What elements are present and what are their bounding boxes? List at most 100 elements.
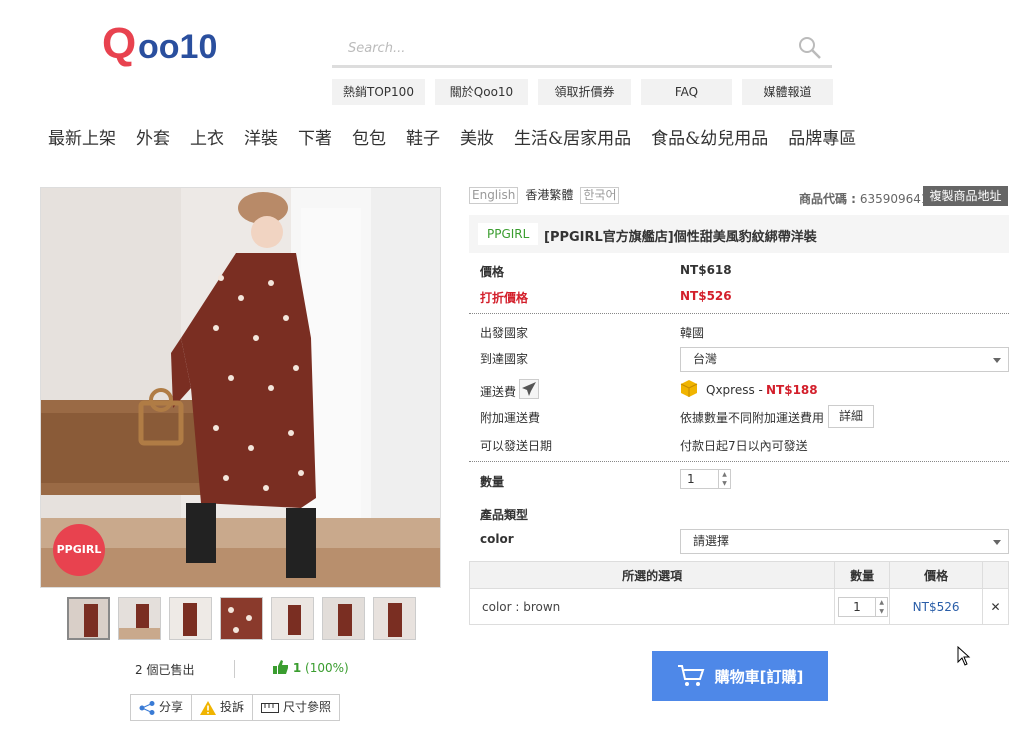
shop-tag[interactable]: PPGIRL (478, 223, 539, 245)
price-value: NT$618 (680, 263, 732, 277)
lang-hk-traditional[interactable]: 香港繁體 (522, 187, 576, 204)
top-link-media[interactable]: 媒體報道 (742, 79, 833, 105)
selected-options-table: 所選的選項 數量 價格 color : brown 1 ▲ ▼ NT$526 ✕ (468, 561, 1009, 625)
selected-qty-cell: 1 ▲ ▼ (834, 588, 890, 625)
nav-item-outerwear[interactable]: 外套 (136, 124, 170, 149)
ruler-icon (261, 702, 280, 713)
nav-item-brands[interactable]: 品牌專區 (788, 124, 856, 149)
product-type-label: 產品類型 (480, 508, 529, 522)
table-row: color : brown 1 ▲ ▼ NT$526 ✕ (468, 588, 1009, 625)
nav-item-beauty[interactable]: 美妝 (460, 124, 494, 149)
extra-shipping-text: 依據數量不同附加運送費用 (680, 411, 825, 425)
language-switch: English 香港繁體 한국어 (469, 187, 620, 204)
col-header-remove (982, 561, 1009, 589)
ship-date-label: 可以發送日期 (480, 439, 553, 453)
report-label: 投訴 (220, 700, 245, 714)
share-button[interactable]: 分享 (131, 695, 193, 720)
qoo10-logo[interactable]: Q oo10 (102, 18, 237, 68)
col-header-option: 所選的選項 (468, 561, 836, 589)
divider (469, 461, 1009, 462)
col-header-price: 價格 (889, 561, 984, 589)
origin-label: 出發國家 (480, 326, 529, 340)
svg-text:oo10: oo10 (138, 28, 217, 66)
likes-count: 1 (292, 661, 302, 675)
size-guide-button[interactable]: 尺寸參照 (253, 695, 339, 720)
extra-shipping-label: 附加運送費 (480, 411, 541, 425)
search-input[interactable]: Search... (348, 41, 405, 56)
detail-button[interactable]: 詳細 (828, 405, 874, 428)
package-icon (680, 379, 698, 400)
svg-text:Q: Q (102, 19, 136, 68)
thumbnail-2[interactable] (118, 597, 161, 640)
product-code: 商品代碼 : 635909641 (799, 190, 929, 207)
nav-item-dresses[interactable]: 洋裝 (244, 124, 278, 149)
thumbnail-1[interactable] (67, 597, 110, 640)
origin-value: 韓國 (680, 326, 705, 340)
top-link-bestseller[interactable]: 熱銷TOP100 (332, 79, 425, 105)
add-to-cart-button[interactable]: 購物車[訂購] (652, 651, 828, 701)
likes-percent: (100%) (305, 661, 349, 675)
thumbnail-6[interactable] (322, 597, 365, 640)
search-bar[interactable]: Search... (332, 30, 832, 68)
stepper-buttons[interactable]: ▲ ▼ (875, 597, 887, 616)
destination-label: 到達國家 (480, 352, 529, 366)
size-guide-label: 尺寸參照 (283, 700, 332, 714)
destination-select-value: 台灣 (693, 352, 718, 366)
mouse-cursor-icon (957, 646, 971, 666)
product-title: [PPGIRL官方旗艦店]個性甜美風豹紋綁帶洋裝 (544, 230, 817, 245)
destination-select[interactable]: 台灣 (680, 347, 1009, 372)
report-button[interactable]: 投訴 (192, 695, 254, 720)
brand-badge: PPGIRL (53, 524, 105, 576)
airplane-icon[interactable] (519, 379, 539, 399)
nav-item-home[interactable]: 生活&居家用品 (514, 124, 631, 149)
color-select[interactable]: 請選擇 (680, 529, 1009, 554)
quantity-stepper[interactable]: 1 ▲ ▼ (680, 469, 731, 489)
thumbnail-3[interactable] (169, 597, 212, 640)
top-link-faq[interactable]: FAQ (641, 79, 732, 105)
stepper-buttons[interactable]: ▲ ▼ (718, 470, 730, 488)
top-links: 熱銷TOP100 關於Qoo10 領取折價券 FAQ 媒體報道 (332, 79, 833, 105)
nav-item-shoes[interactable]: 鞋子 (406, 124, 440, 149)
search-icon[interactable] (798, 36, 822, 60)
shipping-fee-label: 運送費 (480, 385, 517, 399)
thumbnail-5[interactable] (271, 597, 314, 640)
top-link-about[interactable]: 關於Qoo10 (435, 79, 528, 105)
chevron-down-icon (993, 358, 1001, 363)
top-link-coupons[interactable]: 領取折價券 (538, 79, 631, 105)
thumbnail-7[interactable] (373, 597, 416, 640)
color-label: color (480, 532, 514, 546)
share-label: 分享 (159, 700, 184, 714)
likes[interactable]: 1 (100%) (273, 660, 349, 675)
nav-item-tops[interactable]: 上衣 (190, 124, 224, 149)
shipping-carrier: Qxpress - (706, 383, 763, 397)
product-code-value: 635909641 (859, 192, 929, 206)
sold-count: 2 個已售出 (135, 663, 195, 677)
col-header-qty: 數量 (834, 561, 891, 589)
quantity-label: 數量 (480, 475, 505, 489)
quantity-value: 1 (687, 472, 695, 486)
nav-item-bags[interactable]: 包包 (352, 124, 386, 149)
divider (469, 313, 1009, 314)
selected-quantity-value: 1 (853, 599, 861, 614)
chevron-down-icon (993, 540, 1001, 545)
selected-option: color : brown (468, 588, 835, 625)
nav-item-new[interactable]: 最新上架 (48, 124, 116, 149)
nav-item-bottoms[interactable]: 下著 (298, 124, 332, 149)
lang-english[interactable]: English (469, 187, 519, 204)
selected-quantity-stepper[interactable]: 1 ▲ ▼ (838, 596, 889, 617)
add-to-cart-label: 購物車[訂購] (714, 667, 804, 686)
remove-option-icon[interactable]: ✕ (982, 588, 1009, 625)
share-icon (139, 700, 155, 715)
product-code-label: 商品代碼 : (799, 192, 856, 206)
product-photo (41, 188, 440, 587)
lang-korean[interactable]: 한국어 (580, 187, 620, 204)
shipping-fee: NT$188 (766, 383, 818, 397)
cart-icon (677, 665, 705, 686)
thumbs-up-icon (273, 660, 288, 674)
copy-url-button[interactable]: 複製商品地址 (923, 186, 1008, 206)
thumbnail-4[interactable] (220, 597, 263, 640)
nav-item-food-kids[interactable]: 食品&幼兒用品 (651, 124, 768, 149)
product-title-bar: PPGIRL [PPGIRL官方旗艦店]個性甜美風豹紋綁帶洋裝 (469, 215, 1009, 253)
warning-icon (200, 700, 217, 715)
main-product-image[interactable]: PPGIRL (40, 187, 441, 588)
